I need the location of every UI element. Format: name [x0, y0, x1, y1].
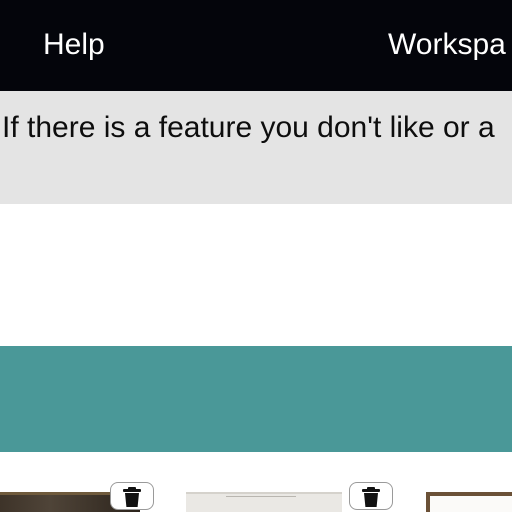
page: s Help Workspa If there is a feature you… — [0, 0, 512, 512]
nav-item-partial[interactable]: s — [0, 26, 1, 64]
delete-button[interactable] — [349, 482, 393, 510]
trash-icon — [123, 487, 141, 507]
top-nav-bar: s Help Workspa — [0, 0, 512, 91]
nav-item-help[interactable]: Help — [43, 26, 105, 64]
feedback-banner: If there is a feature you don't like or … — [0, 91, 512, 204]
delete-button[interactable] — [110, 482, 154, 510]
section-header-band — [0, 346, 512, 452]
trash-icon — [362, 487, 380, 507]
thumbnail-artwork — [226, 496, 296, 512]
feedback-banner-text: If there is a feature you don't like or … — [2, 111, 495, 144]
nav-item-workspace[interactable]: Workspa — [388, 26, 506, 64]
gallery-thumbnail[interactable] — [426, 492, 512, 512]
gallery-thumbnail[interactable] — [186, 492, 342, 512]
